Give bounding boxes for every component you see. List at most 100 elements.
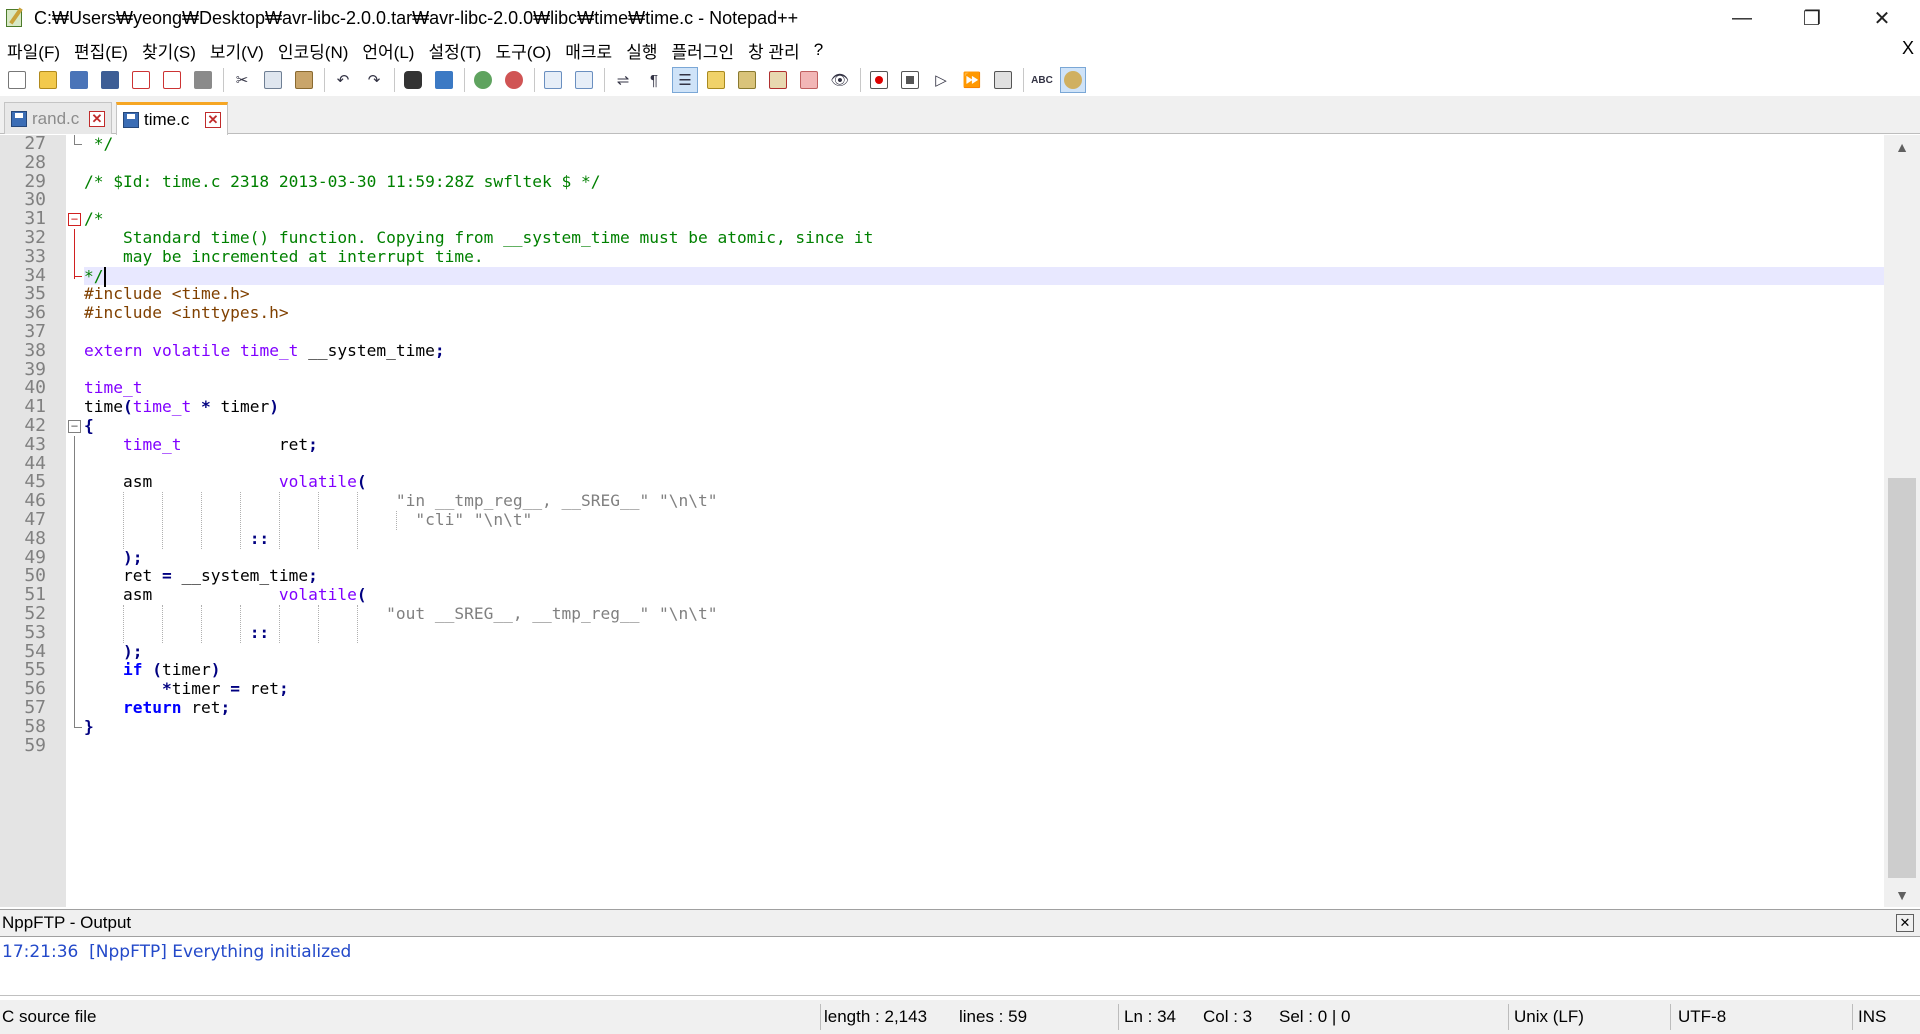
close-panel-icon[interactable]: ✕ xyxy=(1896,914,1914,932)
macro-save-icon[interactable] xyxy=(990,67,1016,93)
close-document-button[interactable]: X xyxy=(1902,38,1914,59)
code-line: asm volatile( xyxy=(84,472,367,492)
scroll-down-icon[interactable]: ▼ xyxy=(1884,883,1920,907)
menu-search[interactable]: 찾기(S) xyxy=(135,38,203,63)
close-window-button[interactable]: ✕ xyxy=(1850,0,1914,36)
zoom-in-icon[interactable] xyxy=(470,67,496,93)
function-list-icon[interactable] xyxy=(765,67,791,93)
show-all-chars-icon[interactable]: ¶ xyxy=(641,67,667,93)
menu-window[interactable]: 창 관리 xyxy=(741,38,807,63)
code-text-area[interactable]: */ /* $Id: time.c 2318 2013-03-30 11:59:2… xyxy=(84,134,1884,907)
close-all-icon[interactable] xyxy=(159,67,185,93)
sync-horizontal-icon[interactable] xyxy=(571,67,597,93)
code-token: ; xyxy=(220,698,231,717)
find-icon[interactable] xyxy=(400,67,426,93)
code-line: time_t xyxy=(84,378,142,398)
spellcheck-icon[interactable]: ABC xyxy=(1029,67,1055,93)
status-selection: Sel : 0 | 0 xyxy=(1279,1007,1351,1026)
doc-map-icon[interactable] xyxy=(734,67,760,93)
status-separator xyxy=(1670,1004,1671,1030)
code-token: ( xyxy=(356,585,367,605)
print-icon[interactable] xyxy=(190,67,216,93)
fold-line xyxy=(74,435,75,728)
indent-guide xyxy=(201,605,202,643)
toolbar-separator xyxy=(223,68,224,92)
menu-macro[interactable]: 매크로 xyxy=(558,38,619,63)
fold-collapse-icon[interactable]: − xyxy=(68,213,81,227)
zoom-out-icon[interactable] xyxy=(501,67,527,93)
word-wrap-icon[interactable]: ⇌ xyxy=(610,67,636,93)
new-file-icon[interactable] xyxy=(4,67,30,93)
code-token: /* xyxy=(84,209,104,229)
code-token: return xyxy=(122,698,182,717)
code-token: ; xyxy=(308,434,318,454)
code-token: asm xyxy=(84,585,279,605)
code-token: = xyxy=(230,679,240,699)
menu-run[interactable]: 실행 xyxy=(619,38,664,63)
tab-rand-c[interactable]: rand.c ✕ xyxy=(4,102,112,134)
code-editor[interactable]: 27 28 29 30 31 32 33 34 35 36 37 38 39 40 41 42 43 44 45 46… xyxy=(0,133,1920,907)
menu-view[interactable]: 보기(V) xyxy=(203,38,271,63)
scroll-up-icon[interactable]: ▲ xyxy=(1884,135,1920,159)
toolbar-separator xyxy=(604,68,605,92)
scrollbar-thumb[interactable] xyxy=(1888,478,1916,878)
menu-help[interactable]: ? xyxy=(807,40,830,60)
close-tab-icon[interactable]: ✕ xyxy=(89,110,105,127)
macro-record-icon[interactable] xyxy=(866,67,892,93)
code-line: asm volatile( xyxy=(84,585,367,605)
line-number: 27 xyxy=(24,133,46,154)
code-token: if xyxy=(122,660,143,680)
code-line: if (timer) xyxy=(84,660,220,680)
vertical-scrollbar[interactable]: ▲ ▼ xyxy=(1884,135,1920,907)
code-line: /* xyxy=(84,209,104,229)
menu-settings[interactable]: 설정(T) xyxy=(421,38,488,63)
macro-stop-icon[interactable] xyxy=(897,67,923,93)
save-all-icon[interactable] xyxy=(97,67,123,93)
sync-vertical-icon[interactable] xyxy=(540,67,566,93)
indent-guide-icon[interactable]: ☰ xyxy=(672,67,698,93)
code-line: "cli" "\n\t" xyxy=(84,510,532,530)
fold-collapse-icon[interactable]: − xyxy=(68,420,81,433)
close-file-icon[interactable] xyxy=(128,67,154,93)
monitor-icon[interactable]: 👁 xyxy=(827,67,853,93)
code-token: #include <time.h> xyxy=(84,284,250,304)
restore-button[interactable]: ❐ xyxy=(1780,0,1844,36)
menu-edit[interactable]: 편집(E) xyxy=(67,38,135,63)
menu-plugins[interactable]: 플러그인 xyxy=(664,38,741,63)
code-token: } xyxy=(84,716,94,736)
redo-icon[interactable]: ↷ xyxy=(361,67,387,93)
undo-icon[interactable]: ↶ xyxy=(330,67,356,93)
copy-icon[interactable] xyxy=(260,67,286,93)
code-line: */ xyxy=(84,134,114,154)
code-token: __system_time xyxy=(171,566,309,586)
open-file-icon[interactable] xyxy=(35,67,61,93)
macro-play-icon[interactable]: ▷ xyxy=(928,67,954,93)
udl-icon[interactable] xyxy=(703,67,729,93)
close-tab-icon[interactable]: ✕ xyxy=(205,112,221,128)
cut-icon[interactable]: ✂ xyxy=(229,67,255,93)
menu-language[interactable]: 언어(L) xyxy=(355,38,421,63)
fold-margin[interactable]: − − xyxy=(66,135,84,907)
macro-run-multiple-icon[interactable]: ⏩ xyxy=(959,67,985,93)
paste-icon[interactable] xyxy=(291,67,317,93)
save-icon[interactable] xyxy=(66,67,92,93)
folder-workspace-icon[interactable] xyxy=(796,67,822,93)
restore-icon: ❐ xyxy=(1803,7,1821,30)
minimize-button[interactable]: — xyxy=(1710,0,1774,36)
fold-line xyxy=(74,135,75,145)
code-token: time_t xyxy=(122,434,182,454)
replace-icon[interactable] xyxy=(431,67,457,93)
status-encoding: UTF-8 xyxy=(1678,1007,1727,1026)
nppftp-icon[interactable] xyxy=(1060,67,1086,93)
menu-encoding[interactable]: 인코딩(N) xyxy=(271,38,356,63)
tab-time-c[interactable]: time.c ✕ xyxy=(116,102,228,135)
status-lines: lines : 59 xyxy=(959,1007,1028,1026)
output-panel[interactable]: 17:21:36 [NppFTP] Everything initialized xyxy=(0,940,1920,996)
code-token: /* $Id: time.c 2318 2013-03-30 11:59:28Z… xyxy=(84,171,601,191)
menu-tools[interactable]: 도구(O) xyxy=(488,38,558,63)
indent-guide xyxy=(357,605,358,643)
menu-file[interactable]: 파일(F) xyxy=(0,38,67,63)
minimize-icon: — xyxy=(1732,6,1752,29)
code-line: :: xyxy=(84,623,270,643)
